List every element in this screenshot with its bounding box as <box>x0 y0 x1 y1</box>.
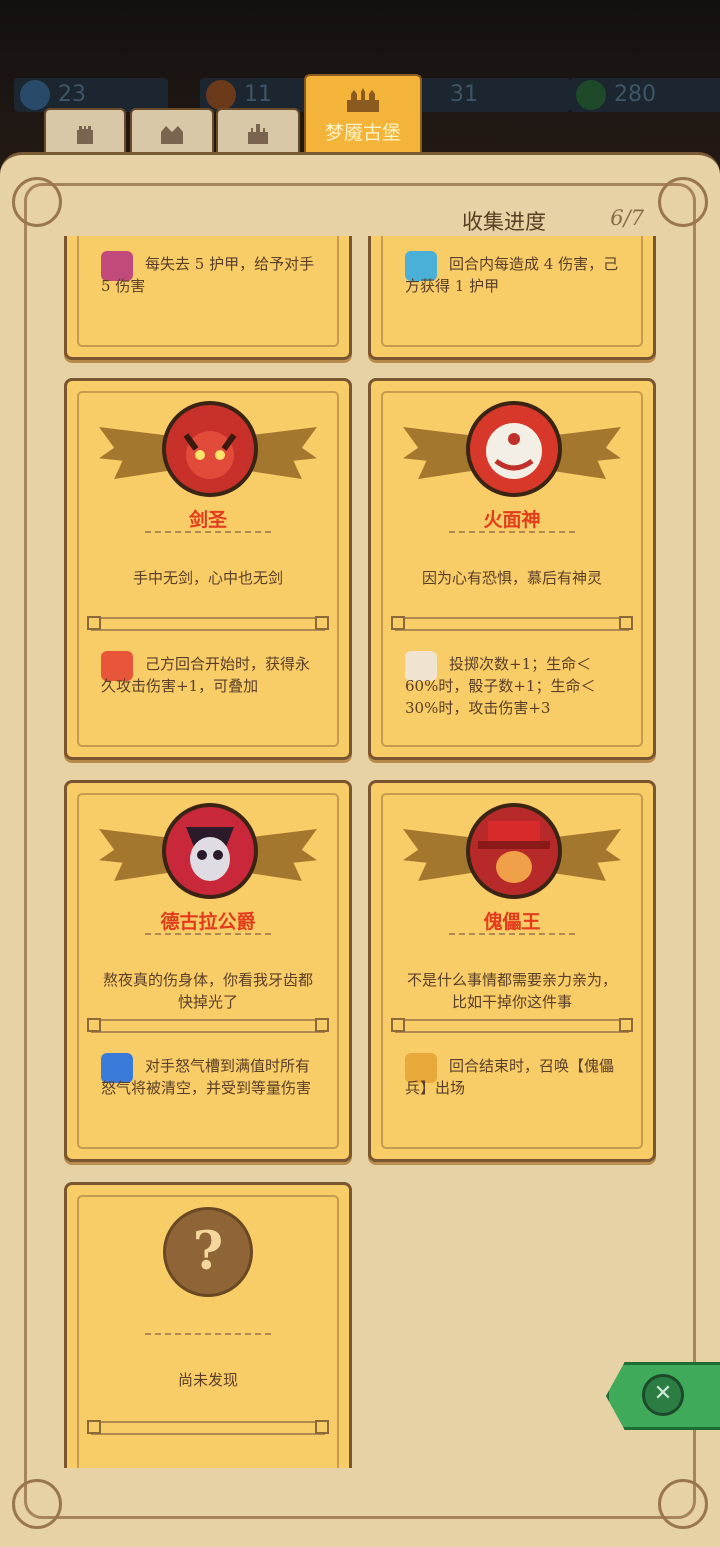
card-effect: 己方回合开始时，获得永久攻击伤害+1，可叠加 <box>101 655 311 695</box>
card-quote: 因为心有恐惧，慕后有神灵 <box>421 569 602 587</box>
relic-card[interactable]: 回合内每造成 4 伤害，己方获得 1 护甲 <box>368 236 656 360</box>
relic-card-unknown[interactable]: ? 尚未发现 <box>64 1182 352 1468</box>
corner-ornament <box>12 1479 62 1529</box>
blue-gem-icon <box>20 80 50 110</box>
relic-card-puppet-king[interactable]: 傀儡王 不是什么事情都需要亲力亲为，比如干掉你这件事 回合结束时，召唤【傀儡兵】… <box>368 780 656 1162</box>
question-mark-icon: ? <box>163 1207 253 1297</box>
relic-card[interactable]: 每失去 5 护甲，给予对手 5 伤害 <box>64 236 352 360</box>
fort-icon <box>161 126 183 144</box>
tower-icon <box>77 126 93 144</box>
puppet-king-portrait <box>466 803 562 899</box>
relic-card-sword-saint[interactable]: 剑圣 手中无剑，心中也无剑 己方回合开始时，获得永久攻击伤害+1，可叠加 <box>64 378 352 760</box>
card-grid[interactable]: 每失去 5 护甲，给予对手 5 伤害 回合内每造成 4 伤害，己方获得 1 护甲… <box>60 236 660 1468</box>
collection-progress-label: 收集进度 <box>462 210 546 234</box>
card-effect: 回合内每造成 4 伤害，己方获得 1 护甲 <box>405 255 619 295</box>
green-gem-counter: 280 <box>570 78 720 112</box>
card-name: 剑圣 <box>188 509 227 531</box>
divider <box>391 616 633 631</box>
tab-castle[interactable] <box>216 108 300 154</box>
card-quote: 熬夜真的伤身体，你看我牙齿都快掉光了 <box>102 971 313 1011</box>
green-gem-icon <box>576 80 606 110</box>
card-name: 火面神 <box>483 509 541 531</box>
palace-icon <box>347 88 379 112</box>
tab-fort[interactable] <box>130 108 214 154</box>
gem-counter: 23 <box>14 78 168 112</box>
fire-face-portrait <box>466 401 562 497</box>
crystal-counter: 31 <box>406 78 570 112</box>
coin-count: 11 <box>244 82 272 107</box>
top-bar: 23 11 31 280 梦魇古堡 <box>0 0 720 170</box>
tab-nightmare-castle[interactable]: 梦魇古堡 <box>304 74 422 154</box>
orange-coin-icon <box>206 80 236 110</box>
card-name: 德古拉公爵 <box>160 911 256 933</box>
card-quote: 不是什么事情都需要亲力亲为，比如干掉你这件事 <box>406 971 617 1011</box>
card-effect: 对手怒气槽到满值时所有怒气将被清空，并受到等量伤害 <box>101 1057 312 1097</box>
castle-icon <box>248 124 268 144</box>
card-name: 傀儡王 <box>483 911 541 933</box>
crystal-count: 31 <box>450 82 478 107</box>
card-effect: 回合结束时，召唤【傀儡兵】出场 <box>405 1057 615 1097</box>
collection-progress-value: 6/7 <box>610 206 644 230</box>
card-quote: 手中无剑，心中也无剑 <box>132 569 283 587</box>
relic-card-fire-face[interactable]: 火面神 因为心有恐惧，慕后有神灵 投掷次数+1；生命＜60%时，骰子数+1；生命… <box>368 378 656 760</box>
corner-ornament <box>12 177 62 227</box>
tab-tower[interactable] <box>44 108 126 154</box>
card-effect: 投掷次数+1；生命＜60%时，骰子数+1；生命＜30%时，攻击伤害+3 <box>405 655 596 717</box>
corner-ornament <box>658 1479 708 1529</box>
divider <box>87 1420 329 1435</box>
card-quote: 尚未发现 <box>177 1371 238 1389</box>
tab-label: 梦魇古堡 <box>324 122 401 144</box>
gem-count: 23 <box>58 82 86 107</box>
divider <box>87 1018 329 1033</box>
green-gem-count: 280 <box>614 82 656 107</box>
divider <box>87 616 329 631</box>
card-effect: 每失去 5 护甲，给予对手 5 伤害 <box>101 255 315 295</box>
corner-ornament <box>658 177 708 227</box>
close-button[interactable]: ✕ <box>642 1374 684 1416</box>
red-samurai-portrait <box>162 401 258 497</box>
divider <box>391 1018 633 1033</box>
relic-card-dracula[interactable]: 德古拉公爵 熬夜真的伤身体，你看我牙齿都快掉光了 对手怒气槽到满值时所有怒气将被… <box>64 780 352 1162</box>
dracula-portrait <box>162 803 258 899</box>
